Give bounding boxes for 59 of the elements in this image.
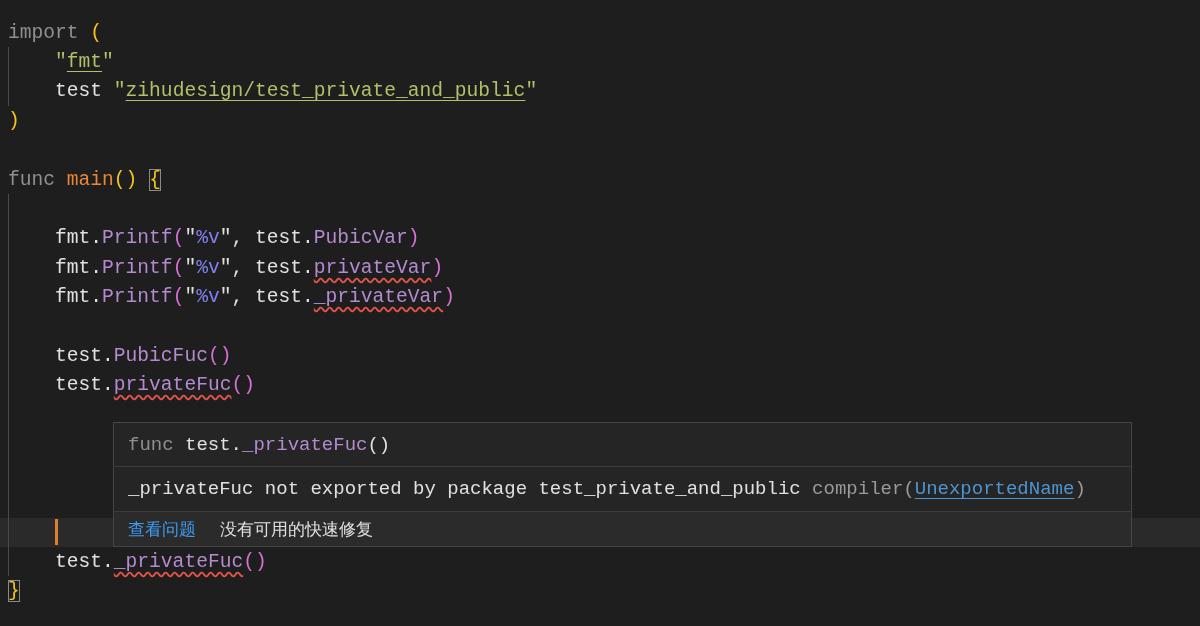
format-verb: %v: [196, 286, 220, 309]
call-parens: ): [431, 256, 444, 279]
code-text: test.: [55, 345, 114, 367]
function-name: main: [66, 168, 114, 191]
code-text: test: [55, 80, 104, 103]
method-name: _privateFuc: [113, 550, 244, 573]
method-name: Printf: [102, 256, 173, 279]
import-path: fmt: [66, 51, 103, 74]
call-parens: (: [172, 286, 185, 309]
code-text: test.: [55, 374, 114, 397]
format-verb: %v: [196, 256, 220, 279]
method-name: Printf: [102, 286, 173, 309]
quote-mark: ": [113, 80, 126, 103]
bracket: }: [8, 580, 20, 603]
method-name: Printf: [102, 227, 173, 250]
code-text: (): [367, 433, 391, 456]
keyword: func: [128, 433, 175, 456]
quote-mark: ": [55, 51, 67, 74]
text-cursor: [55, 519, 59, 546]
method-name: _privateFuc: [242, 433, 368, 456]
code-text: test.: [55, 550, 114, 573]
error-source: ): [1074, 478, 1086, 500]
import-path: zihudesign/test_private_and_public: [125, 80, 526, 103]
bracket: ): [8, 109, 20, 132]
method-name: privateFuc: [113, 374, 232, 397]
field-name: _privateVar: [313, 286, 444, 309]
code-text: ", test.: [219, 227, 314, 250]
code-text: ", test.: [219, 286, 314, 309]
call-parens: ): [407, 227, 420, 250]
bracket: (): [113, 168, 139, 191]
keyword: import: [8, 21, 80, 44]
bracket: (: [90, 21, 103, 44]
code-text: fmt.: [55, 286, 103, 309]
call-parens: (: [172, 256, 185, 279]
field-name: privateVar: [313, 256, 432, 279]
no-quick-fix-note: 没有可用的快速修复: [220, 517, 373, 541]
field-name: PubicVar: [313, 227, 408, 250]
error-source: compiler(: [811, 478, 915, 500]
quote-mark: ": [525, 80, 538, 103]
call-parens: ): [443, 286, 455, 309]
code-text: ": [184, 227, 197, 250]
code-text: fmt.: [55, 227, 103, 250]
bracket: {: [149, 168, 161, 191]
keyword: func: [8, 168, 57, 191]
call-parens: (): [243, 550, 267, 573]
code-text: ", test.: [219, 256, 314, 279]
error-message: _privateFuc not exported by package test_private_and_public: [128, 478, 801, 500]
call-parens: (: [172, 227, 185, 250]
code-text: ": [184, 256, 197, 279]
view-problem-link[interactable]: 查看问题: [128, 517, 196, 541]
code-text: test.: [185, 433, 243, 456]
quote-mark: ": [102, 51, 114, 74]
error-code-link[interactable]: UnexportedName: [914, 478, 1075, 500]
call-parens: (): [231, 374, 255, 397]
format-verb: %v: [196, 227, 220, 250]
code-text: fmt.: [55, 256, 103, 279]
call-parens: (): [207, 345, 232, 367]
method-name: PubicFuc: [113, 345, 208, 367]
code-text: ": [184, 286, 197, 309]
